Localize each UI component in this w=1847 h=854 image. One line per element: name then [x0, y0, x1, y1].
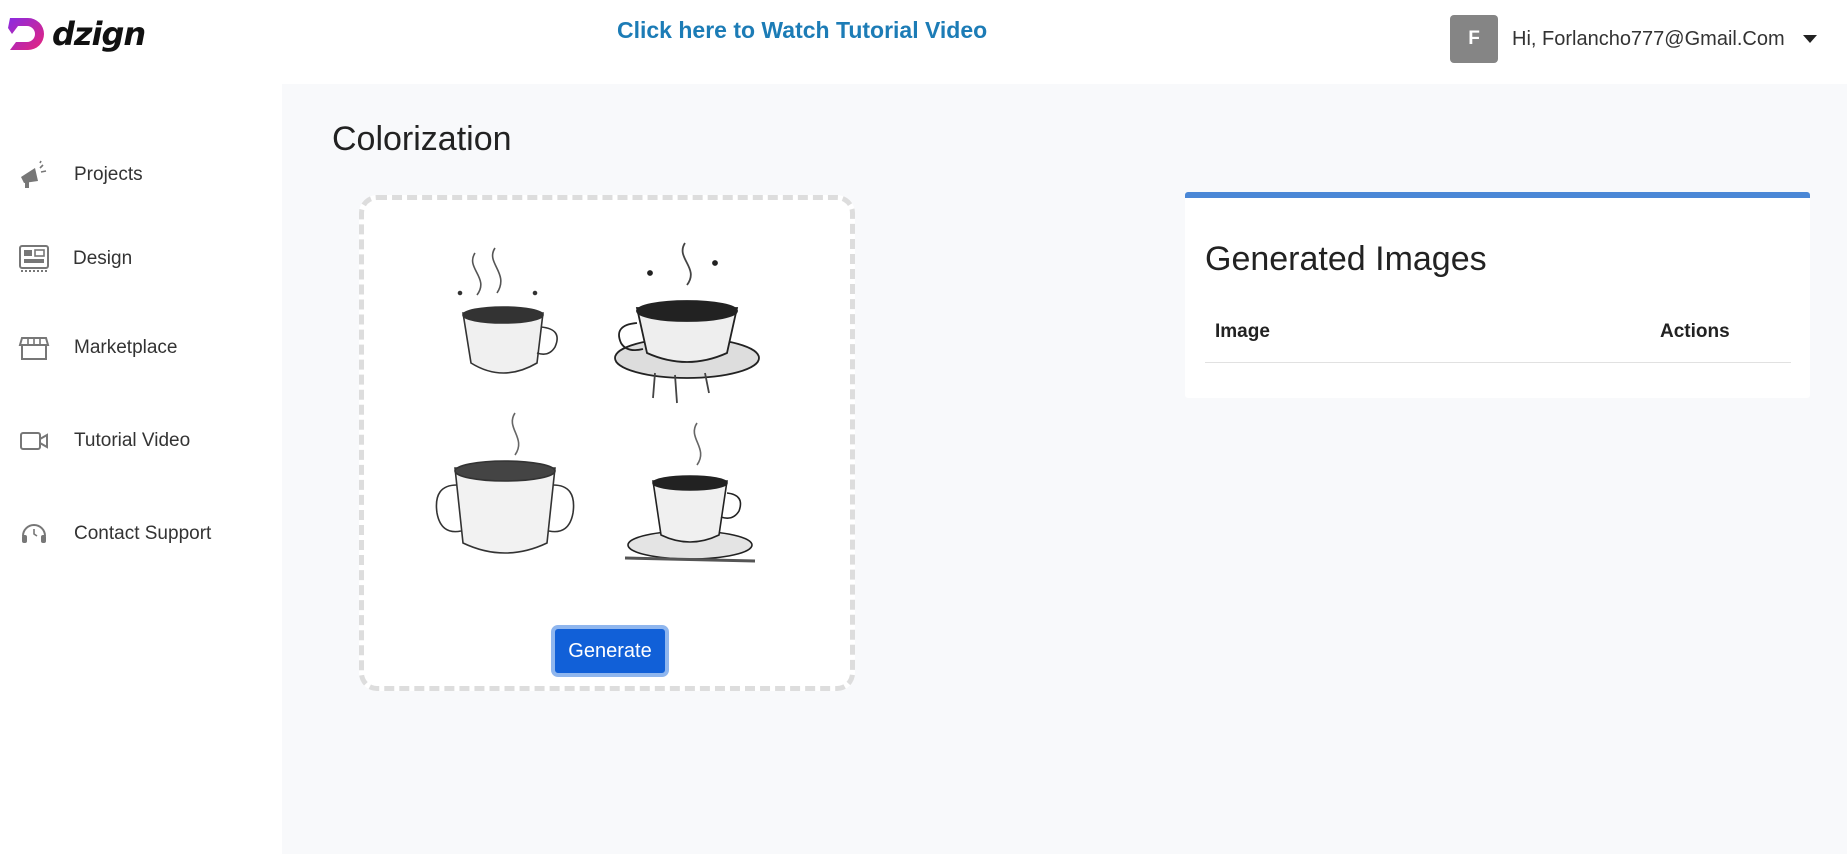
caret-down-icon[interactable]	[1802, 35, 1817, 43]
sidebar-item-marketplace[interactable]: Marketplace	[0, 323, 282, 373]
user-menu[interactable]: F Hi, Forlancho777@Gmail.Com	[1450, 15, 1817, 63]
coffee-cup-sketch-3	[435, 412, 575, 554]
generate-button[interactable]: Generate	[551, 625, 669, 677]
design-icon	[19, 245, 49, 272]
megaphone-icon	[21, 160, 47, 188]
coffee-cup-sketch-2	[614, 242, 760, 404]
panel-title: Generated Images	[1205, 240, 1487, 278]
sample-image	[415, 223, 781, 585]
logo-mark-icon	[8, 18, 44, 50]
top-header: dzign Click here to Watch Tutorial Video…	[0, 0, 1847, 84]
sidebar-item-projects[interactable]: Projects	[0, 150, 282, 200]
headset-icon	[22, 524, 46, 543]
column-header-image: Image	[1215, 321, 1270, 342]
sidebar: Projects Design Marketplace Tutorial Vid…	[0, 84, 282, 854]
image-dropzone[interactable]: Generate	[359, 195, 855, 691]
page-title: Colorization	[332, 120, 512, 158]
user-greeting: Hi, Forlancho777@Gmail.Com	[1512, 27, 1785, 50]
video-camera-icon	[20, 432, 48, 450]
sidebar-item-label: Marketplace	[74, 337, 178, 358]
sidebar-item-label: Contact Support	[74, 523, 212, 544]
column-header-actions: Actions	[1660, 321, 1730, 342]
table-header-row: Image Actions	[1205, 321, 1791, 363]
coffee-cup-sketch-4	[624, 422, 756, 563]
watch-tutorial-link[interactable]: Click here to Watch Tutorial Video	[617, 17, 987, 44]
brand-logo[interactable]: dzign	[6, 14, 146, 54]
sidebar-item-label: Design	[73, 248, 133, 269]
sidebar-item-label: Tutorial Video	[74, 430, 191, 451]
store-icon	[18, 337, 50, 360]
generated-images-panel: Generated Images Image Actions	[1185, 192, 1810, 398]
avatar: F	[1450, 15, 1498, 63]
sidebar-item-label: Projects	[74, 164, 143, 185]
sidebar-item-contact-support[interactable]: Contact Support	[0, 509, 282, 559]
brand-name: dzign	[52, 15, 146, 53]
sidebar-item-design[interactable]: Design	[0, 234, 282, 284]
coffee-cup-sketch-1	[457, 247, 558, 374]
coffee-cup-sketches-image	[435, 242, 760, 563]
sidebar-item-tutorial-video[interactable]: Tutorial Video	[0, 416, 282, 466]
